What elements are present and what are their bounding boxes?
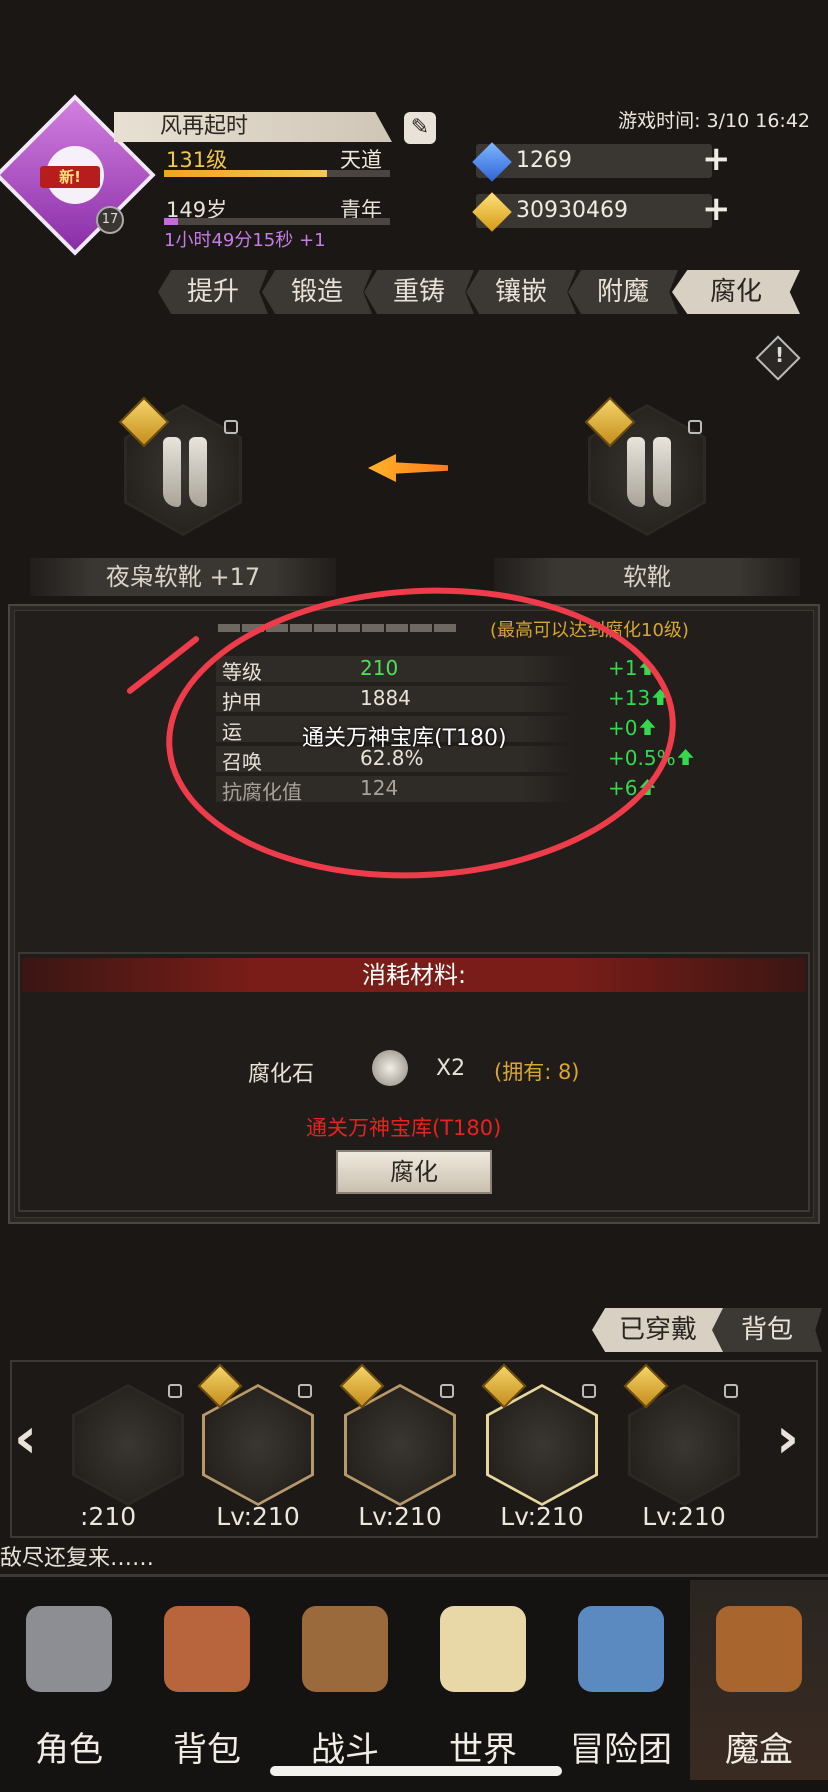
helmet-icon <box>26 1606 112 1692</box>
lock-icon <box>298 1384 312 1398</box>
nav-label: 背包 <box>173 1730 241 1770</box>
lock-icon <box>724 1384 738 1398</box>
battle-ticker: 敌尽还复来…… <box>0 1546 155 1571</box>
game-time: 游戏时间: 3/10 16:42 <box>618 110 810 132</box>
diamond-amount: 1269 <box>516 148 572 173</box>
progress-segment <box>218 624 240 632</box>
gold-amount: 30930469 <box>516 198 628 223</box>
corrupt-button[interactable]: 腐化 <box>336 1150 492 1194</box>
nav-character[interactable]: 角色 <box>0 1580 138 1780</box>
nav-world[interactable]: 世界 <box>414 1580 552 1780</box>
tab-bag[interactable]: 背包 <box>712 1308 822 1352</box>
chevron-left-icon[interactable]: ‹ <box>14 1406 37 1471</box>
boot-right <box>653 437 671 507</box>
nav-label: 魔盒 <box>725 1730 793 1770</box>
up-arrow-icon <box>677 749 694 765</box>
tab-reforge[interactable]: 重铸 <box>364 270 474 314</box>
requirement-text: 通关万神宝库(T180) <box>306 1116 502 1140</box>
lock-icon <box>440 1384 454 1398</box>
backpack-icon <box>164 1606 250 1692</box>
magic-cube-icon <box>716 1606 802 1692</box>
nav-adventure-group[interactable]: 冒险团 <box>552 1580 690 1780</box>
age-progress-fill <box>164 218 178 225</box>
lock-icon <box>582 1384 596 1398</box>
tab-inlay[interactable]: 镶嵌 <box>466 270 576 314</box>
level-progress-bar <box>164 170 390 177</box>
materials-header: 消耗材料: <box>22 958 806 992</box>
boot-left <box>627 437 645 507</box>
age-progress-bar <box>164 218 390 225</box>
equipment-icon <box>75 1387 181 1503</box>
scroll-icon <box>440 1606 526 1692</box>
nav-battle[interactable]: 战斗 <box>276 1580 414 1780</box>
nav-bag[interactable]: 背包 <box>138 1580 276 1780</box>
castle-icon <box>578 1606 664 1692</box>
boot-right <box>189 437 207 507</box>
corrupt-stone-icon <box>372 1050 408 1086</box>
lock-icon <box>224 420 238 434</box>
material-quantity: X2 <box>436 1056 466 1081</box>
equipment-level: Lv:210 <box>358 1502 442 1531</box>
nav-label: 世界 <box>449 1730 517 1770</box>
equipment-level: :210 <box>80 1502 137 1531</box>
material-owned: (拥有: 8) <box>494 1060 580 1084</box>
nav-label: 战斗 <box>311 1730 379 1770</box>
nav-magic-box[interactable]: 魔盒 <box>690 1580 828 1780</box>
home-indicator[interactable] <box>270 1766 562 1776</box>
chevron-right-icon[interactable]: › <box>776 1406 799 1471</box>
add-gold-button[interactable]: + <box>702 192 731 226</box>
arrow-left-icon <box>368 454 448 482</box>
nav-label: 冒险团 <box>570 1730 672 1770</box>
requirement-tooltip: 通关万神宝库(T180) <box>302 726 507 751</box>
tab-forge[interactable]: 锻造 <box>262 270 372 314</box>
add-diamond-button[interactable]: + <box>702 142 731 176</box>
info-icon-mark: ! <box>775 343 785 367</box>
age-timer: 1小时49分15秒 +1 <box>164 230 326 251</box>
equipment-level: Lv:210 <box>216 1502 300 1531</box>
boot-left <box>163 437 181 507</box>
lock-icon <box>168 1384 182 1398</box>
equipment-level: Lv:210 <box>642 1502 726 1531</box>
current-item-name: 夜枭软靴 +17 <box>30 558 336 596</box>
tab-enchant[interactable]: 附魔 <box>568 270 678 314</box>
sword-shield-icon <box>302 1606 388 1692</box>
tab-corrupt[interactable]: 腐化 <box>672 270 800 314</box>
target-item-name: 软靴 <box>494 558 800 596</box>
new-badge: 新! <box>40 166 100 188</box>
equipment-level: Lv:210 <box>500 1502 584 1531</box>
material-name: 腐化石 <box>248 1062 315 1087</box>
edit-icon[interactable]: ✎ <box>404 112 436 144</box>
lock-icon <box>688 420 702 434</box>
level-progress-fill <box>164 170 327 177</box>
player-name: 风再起时 <box>114 112 392 142</box>
tab-equipped[interactable]: 已穿戴 <box>592 1308 724 1352</box>
nav-label: 角色 <box>35 1730 103 1770</box>
avatar-level-badge: 17 <box>96 206 124 234</box>
tab-upgrade[interactable]: 提升 <box>158 270 268 314</box>
